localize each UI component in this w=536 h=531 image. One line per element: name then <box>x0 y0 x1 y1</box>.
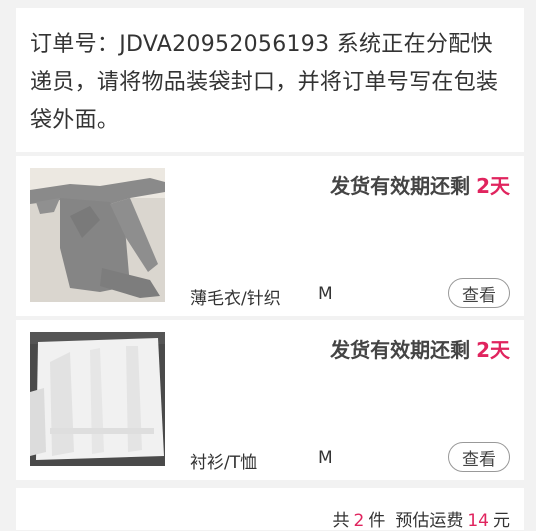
order-summary-bar: 共 2 件预估运费 14 元 <box>16 488 524 531</box>
ship-deadline: 发货有效期还剩 2天 <box>330 170 510 199</box>
fee-label: 预估运费 <box>395 511 464 531</box>
view-button[interactable]: 查看 <box>448 278 510 308</box>
white-shirt-photo <box>30 332 165 466</box>
item-photo <box>30 332 165 466</box>
item-count: 2 <box>353 511 365 531</box>
item-category: 薄毛衣/针织 <box>190 289 281 309</box>
deadline-days: 2天 <box>476 174 510 198</box>
gray-sweater-photo <box>30 168 165 302</box>
item-photo <box>30 168 165 302</box>
fee-value: 14 <box>467 511 489 531</box>
order-notice: 订单号：JDVA20952056193 系统正在分配快递员，请将物品装袋封口，并… <box>16 8 524 152</box>
ship-deadline: 发货有效期还剩 2天 <box>330 334 510 363</box>
deadline-label: 发货有效期还剩 <box>330 338 471 362</box>
fee-unit: 元 <box>493 511 510 531</box>
count-unit: 件 <box>368 511 386 531</box>
item-size: M <box>318 448 333 468</box>
order-summary: 共 2 件预估运费 14 元 <box>333 506 510 531</box>
list-item: 发货有效期还剩 2天 衬衫/T恤 M 查看 <box>16 320 524 480</box>
view-button[interactable]: 查看 <box>448 442 510 472</box>
order-notice-text: 订单号：JDVA20952056193 系统正在分配快递员，请将物品装袋封口，并… <box>30 32 499 133</box>
item-category: 衬衫/T恤 <box>190 453 258 473</box>
deadline-days: 2天 <box>476 338 510 362</box>
item-size: M <box>318 284 333 304</box>
summary-prefix: 共 <box>332 511 350 531</box>
list-item: 发货有效期还剩 2天 薄毛衣/针织 M 查看 <box>16 156 524 316</box>
deadline-label: 发货有效期还剩 <box>330 174 471 198</box>
